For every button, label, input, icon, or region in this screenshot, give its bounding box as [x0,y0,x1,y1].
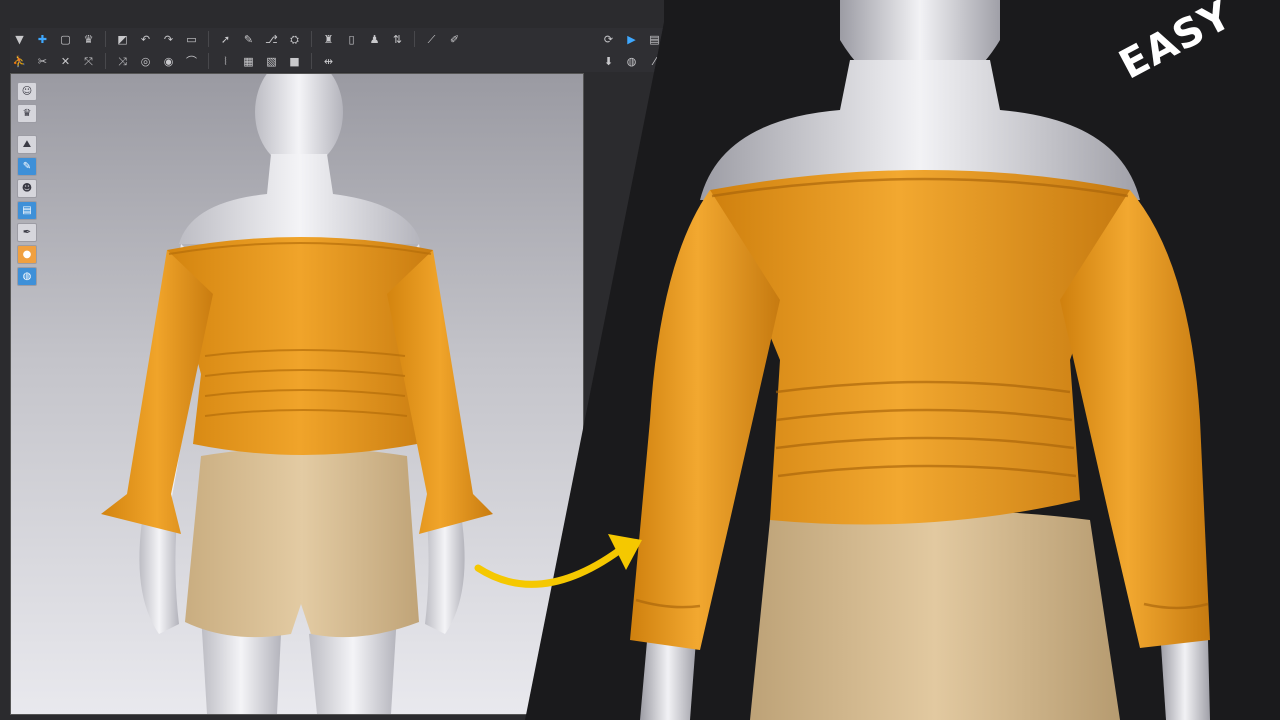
shade-icon[interactable]: ▧ [262,52,281,70]
split-icon[interactable]: ⤨ [113,52,132,70]
person-icon[interactable]: ♟ [365,30,384,48]
arrow-down-icon[interactable]: ▼ [10,30,29,48]
avatar-preview [101,74,493,714]
needle-icon[interactable]: ➚ [216,30,235,48]
pin-icon[interactable]: ✎ [239,30,258,48]
skin-tool-icon[interactable]: ● [17,245,37,264]
rendered-preview [630,0,1210,720]
button-tool-icon[interactable]: ◎ [136,52,155,70]
blouse-garment [167,237,433,455]
zipper-icon[interactable]: ⦚ [216,52,235,70]
toolbar-separator [311,31,312,47]
fill-icon[interactable]: ■ [285,52,304,70]
pencil-icon[interactable]: ✐ [445,30,464,48]
garment-tool-icon[interactable]: ♛ [17,104,37,123]
toolbar-separator [208,53,209,69]
select-box-icon[interactable]: ▢ [56,30,75,48]
toolbar-separator [208,31,209,47]
skirt-garment [750,510,1120,720]
measure-icon[interactable]: ⇅ [388,30,407,48]
toolbar-separator [414,31,415,47]
globe-tool-icon[interactable]: ◍ [17,267,37,286]
secondary-toolbar: ⛹ ✂ ✕ ⤧ ⤨ ◎ ◉ ⌒ ⦚ ▦ ▧ ■ ⇹ ⬇ ◍ ⁄ [10,50,664,72]
avatar-head [255,74,343,168]
tape-icon[interactable]: ▭ [182,30,201,48]
avatar-torso [179,154,421,244]
toolbar-separator [311,53,312,69]
blouse-sleeve-left [101,250,213,534]
texture-icon[interactable]: ▦ [239,52,258,70]
garment-icon[interactable]: ♛ [79,30,98,48]
shirt-icon[interactable]: ⛭ [285,30,304,48]
fold-icon[interactable]: ⎇ [262,30,281,48]
buttonhole-icon[interactable]: ◉ [159,52,178,70]
render-blouse [710,170,1130,525]
ruler-icon[interactable]: ⟋ [422,30,441,48]
toolbar-separator [105,31,106,47]
shorts-garment [185,447,419,638]
arrow-icon [474,534,642,588]
avatar-tool-icon[interactable]: ☺ [17,82,37,101]
main-toolbar: ▼ ✚ ▢ ♛ ◩ ↶ ↷ ▭ ➚ ✎ ⎇ ⛭ ♜ ▯ ♟ ⇅ ⟋ ✐ ⟳ ▶ ▤ [10,28,664,50]
curve-icon[interactable]: ↶ [136,30,155,48]
toolbar-separator [105,53,106,69]
cross-icon[interactable]: ✕ [56,52,75,70]
curve-alt-icon[interactable]: ↷ [159,30,178,48]
viewport-side-toolbar: ☺ ♛ ⛰ ✎ ☻ ▤ ✒ ● ◍ [17,82,37,286]
3d-viewport[interactable]: ☺ ♛ ⛰ ✎ ☻ ▤ ✒ ● ◍ [10,73,584,715]
figure-tool-icon[interactable]: ☻ [17,179,37,198]
side-tool-gap [17,126,37,132]
align-icon[interactable]: ⇹ [319,52,338,70]
scissors-icon[interactable]: ✂ [33,52,52,70]
scene-tool-icon[interactable]: ⛰ [17,135,37,154]
avatar-hand-right [425,514,465,634]
add-point-icon[interactable]: ✚ [33,30,52,48]
layer-tool-icon[interactable]: ▤ [17,201,37,220]
segment-icon[interactable]: ◩ [113,30,132,48]
tshirt-icon[interactable]: ♜ [319,30,338,48]
hanger-icon[interactable]: ⌒ [182,52,201,70]
book-icon[interactable]: ▯ [342,30,361,48]
brush-tool-icon[interactable]: ✎ [17,157,37,176]
transform-icon[interactable]: ⤧ [79,52,98,70]
pen-tool-icon[interactable]: ✒ [17,223,37,242]
walk-icon[interactable]: ⛹ [10,52,29,70]
